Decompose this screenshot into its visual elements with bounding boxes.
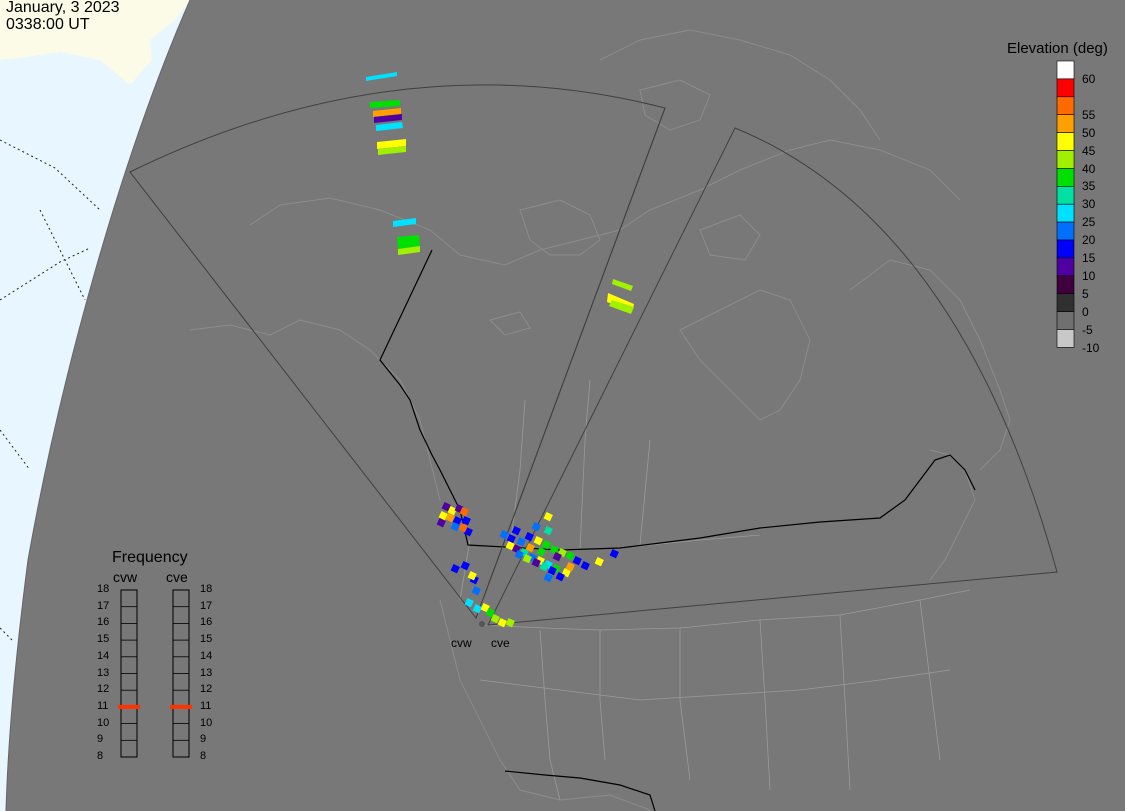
frequency-cve-label: cve bbox=[166, 569, 188, 585]
echo-segment bbox=[370, 100, 400, 108]
echo-cell bbox=[580, 561, 590, 571]
echo-cell bbox=[516, 537, 526, 547]
time-label: 0338:00 UT bbox=[6, 16, 90, 33]
frequency-tick-label: 9 bbox=[97, 733, 104, 746]
elevation-swatch bbox=[1056, 221, 1075, 241]
elevation-swatch bbox=[1056, 239, 1075, 259]
echo-cell bbox=[572, 556, 582, 566]
echo-cell bbox=[543, 573, 553, 583]
elevation-tick-label: -5 bbox=[1082, 322, 1093, 337]
elevation-tick-label: -10 bbox=[1082, 340, 1100, 355]
echo-cell bbox=[499, 530, 509, 540]
echo-segment bbox=[376, 122, 403, 131]
state-borders bbox=[459, 379, 971, 801]
elevation-tick-label: 0 bbox=[1082, 304, 1089, 319]
frequency-tick-label: 17 bbox=[97, 599, 110, 612]
echo-cell bbox=[464, 598, 474, 608]
elevation-tick-label: 15 bbox=[1082, 251, 1096, 265]
elevation-tick-label: 10 bbox=[1082, 268, 1096, 283]
elevation-swatch bbox=[1056, 311, 1075, 330]
frequency-marker bbox=[118, 704, 140, 709]
frequency-tick-label: 11 bbox=[97, 699, 109, 712]
frequency-marker bbox=[170, 704, 192, 709]
frequency-tick-label: 12 bbox=[200, 683, 213, 696]
elevation-swatch bbox=[1056, 78, 1075, 98]
elevation-swatch bbox=[1056, 329, 1075, 348]
frequency-tick-label: 8 bbox=[97, 750, 104, 762]
echo-cell bbox=[531, 522, 541, 532]
frequency-tick-label: 16 bbox=[200, 616, 213, 629]
backscatter-cells bbox=[436, 502, 619, 628]
echo-cell bbox=[609, 549, 619, 559]
frequency-tick-label: 13 bbox=[200, 666, 213, 679]
elevation-swatch bbox=[1056, 257, 1075, 277]
elevation-legend-title: Elevation (deg) bbox=[1007, 40, 1108, 57]
echo-cell bbox=[533, 536, 543, 546]
elevation-swatch bbox=[1056, 275, 1075, 294]
elevation-tick-label: 20 bbox=[1082, 233, 1096, 248]
radar-map bbox=[0, 0, 1075, 811]
frequency-tick-label: 16 bbox=[97, 616, 110, 629]
elevation-swatch bbox=[1056, 60, 1075, 80]
echo-cell bbox=[543, 512, 553, 522]
echo-cell bbox=[524, 532, 534, 542]
date-label: January, 3 2023 bbox=[6, 0, 120, 16]
echo-cell bbox=[541, 540, 551, 550]
cvw-fov bbox=[129, 84, 666, 620]
elevation-swatch bbox=[1056, 150, 1075, 169]
frequency-tick-label: 12 bbox=[97, 683, 110, 696]
echo-cell bbox=[543, 526, 553, 536]
echo-cell bbox=[450, 564, 460, 574]
elevation-tick-label: 60 bbox=[1082, 72, 1096, 86]
elevation-swatch bbox=[1056, 293, 1075, 312]
echo-cell bbox=[506, 534, 516, 544]
elevation-swatch bbox=[1056, 96, 1075, 116]
frequency-tick-label: 10 bbox=[97, 716, 110, 729]
elevation-tick-label: 5 bbox=[1082, 286, 1089, 301]
elevation-tick-label: 40 bbox=[1082, 161, 1096, 176]
echo-cell bbox=[460, 561, 470, 571]
radar-label-cvw: cvw bbox=[451, 636, 472, 650]
elevation-swatch bbox=[1056, 203, 1075, 223]
echo-cell bbox=[549, 545, 559, 555]
frequency-tick-label: 17 bbox=[200, 599, 213, 612]
frequency-tick-label: 13 bbox=[97, 666, 110, 679]
frequency-tick-label: 11 bbox=[200, 699, 212, 712]
echo-cell bbox=[565, 551, 575, 561]
elevation-swatch bbox=[1056, 168, 1075, 187]
echo-cell bbox=[471, 586, 481, 596]
echo-cell bbox=[594, 557, 604, 567]
frequency-tick-label: 9 bbox=[200, 733, 207, 746]
elevation-tick-label: 45 bbox=[1082, 143, 1096, 158]
elevation-tick-label: 50 bbox=[1082, 125, 1096, 140]
elevation-tick-label: 30 bbox=[1082, 197, 1096, 212]
echo-segment bbox=[612, 279, 633, 291]
backscatter-echoes bbox=[366, 72, 634, 314]
frequency-tick-label: 10 bbox=[200, 716, 213, 729]
elevation-tick-label: 55 bbox=[1082, 107, 1096, 122]
echo-segment bbox=[366, 72, 397, 81]
frequency-tick-label: 14 bbox=[200, 649, 213, 662]
elevation-swatch bbox=[1056, 114, 1075, 133]
elevation-tick-label: 25 bbox=[1082, 215, 1096, 230]
frequency-tick-label: 18 bbox=[200, 583, 213, 595]
elevation-tick-label: 35 bbox=[1082, 179, 1096, 194]
frequency-tick-label: 18 bbox=[97, 583, 110, 595]
radar-fov bbox=[129, 84, 1058, 626]
frequency-tick-label: 14 bbox=[97, 649, 110, 662]
ocean-area bbox=[0, 0, 190, 811]
cvw-site-marker bbox=[479, 621, 485, 627]
elevation-swatch bbox=[1056, 186, 1075, 205]
radar-label-cve: cve bbox=[491, 636, 510, 650]
frequency-gauges bbox=[118, 589, 192, 758]
frequency-tick-label: 8 bbox=[200, 750, 207, 762]
elevation-colorbar bbox=[1056, 60, 1075, 348]
frequency-tick-label: 15 bbox=[97, 633, 110, 646]
elevation-swatch bbox=[1056, 132, 1075, 151]
frequency-legend-title: Frequency bbox=[112, 549, 188, 566]
frequency-tick-label: 15 bbox=[200, 633, 213, 646]
cve-fov bbox=[487, 127, 1058, 626]
frequency-cvw-label: cvw bbox=[113, 569, 138, 585]
